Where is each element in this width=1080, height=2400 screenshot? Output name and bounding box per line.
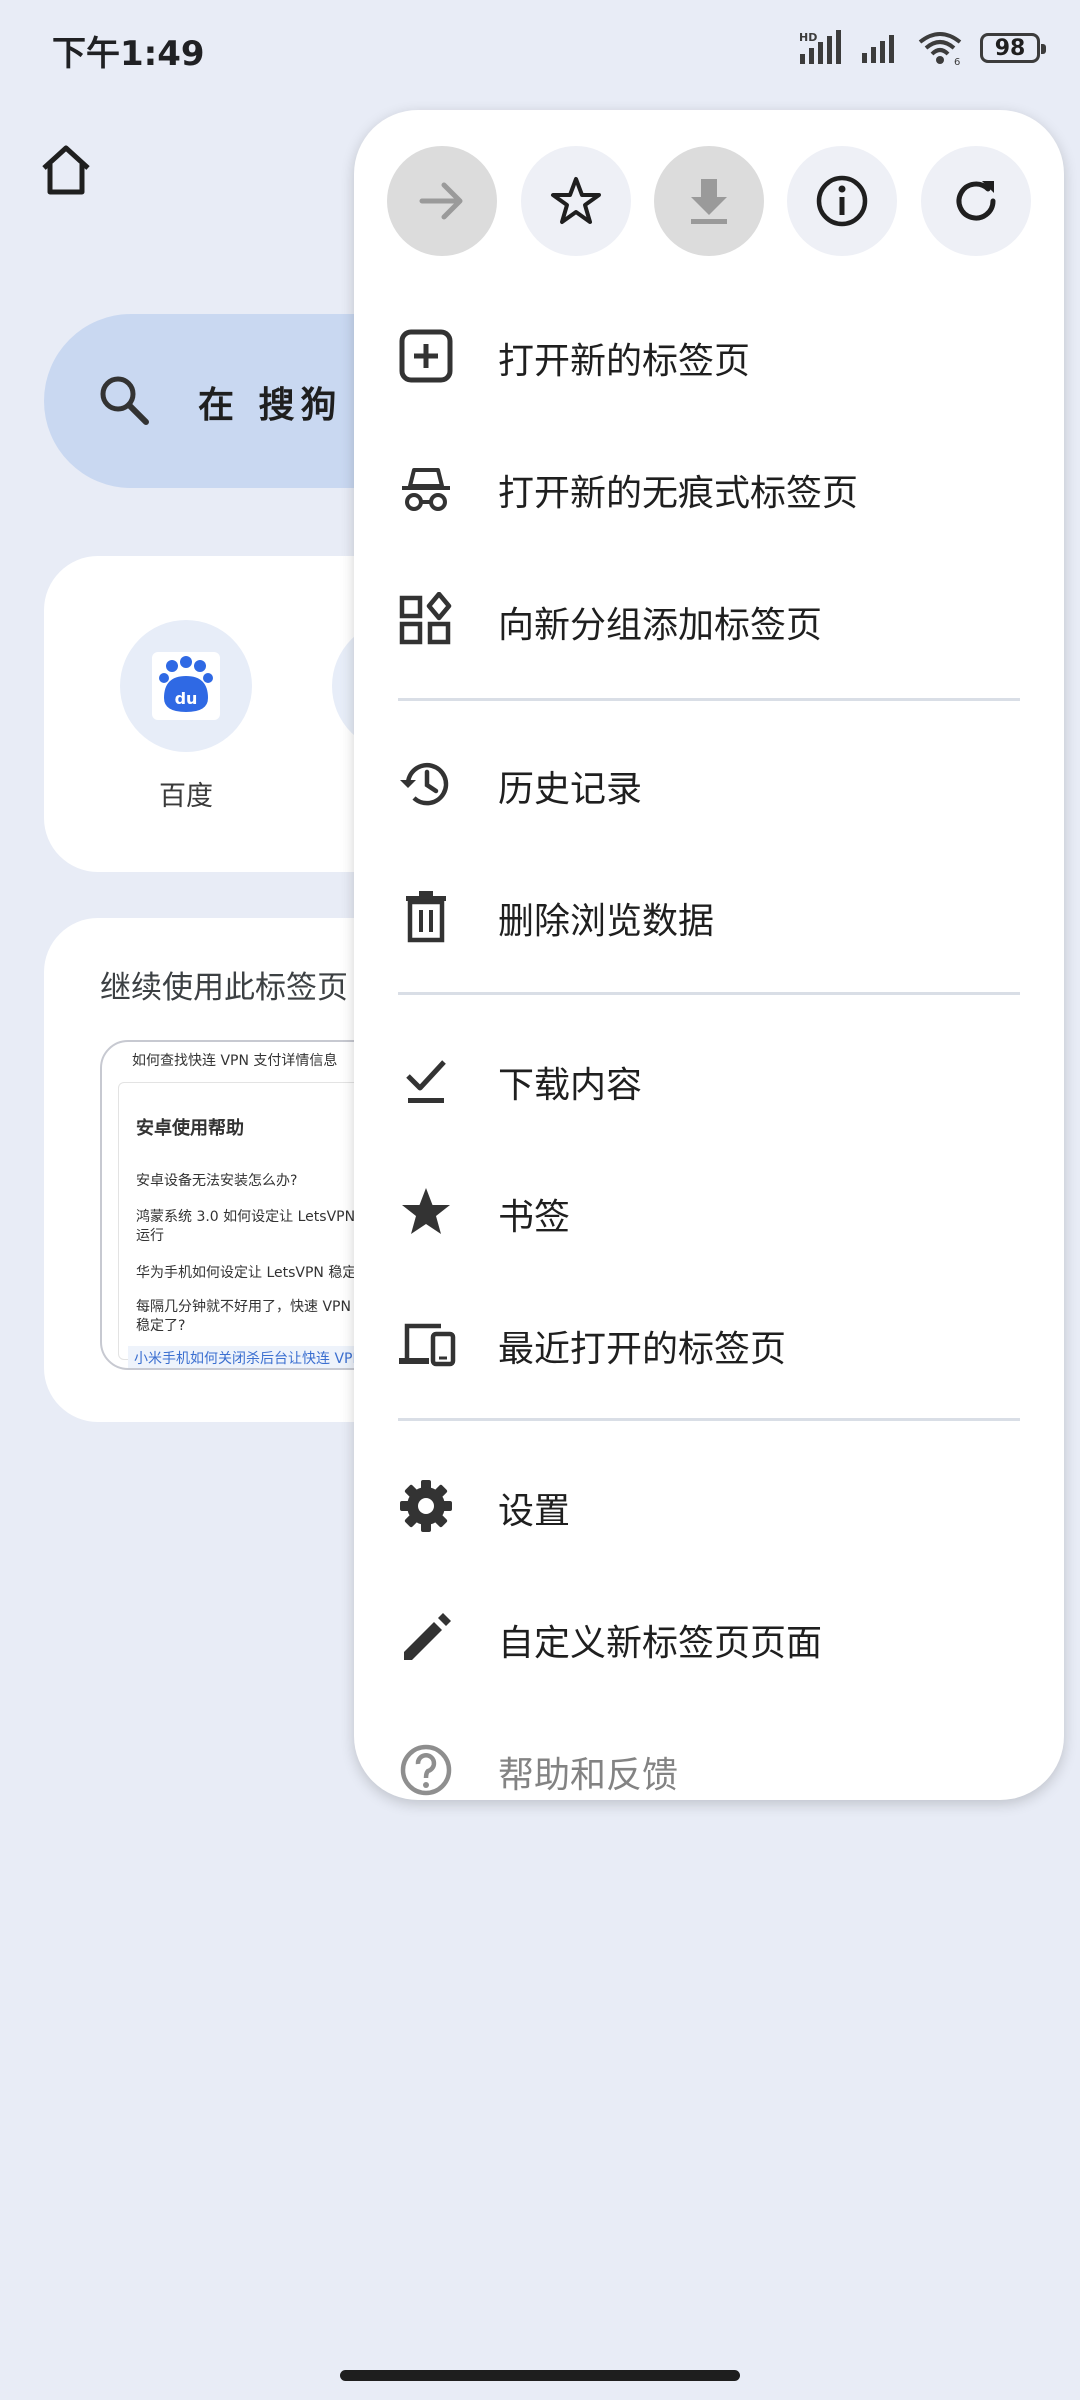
new-tab-icon [399, 329, 453, 383]
menu-item-label: 最近打开的标签页 [498, 1329, 787, 1370]
menu-item-clear-browsing-data[interactable]: 删除浏览数据 [354, 848, 1064, 980]
menu-item-add-tab-to-group[interactable]: 向新分组添加标签页 [354, 552, 1064, 684]
thumbnail-line: 每隔几分钟就不好用了，快速 VPN [136, 1299, 351, 1315]
forward-button[interactable] [387, 146, 497, 256]
trash-icon [406, 891, 446, 943]
cell-signal-icon [862, 35, 894, 63]
shortcut-label: 百度 [159, 781, 213, 812]
menu-item-bookmarks[interactable]: 书签 [354, 1144, 1064, 1276]
bookmark-button[interactable] [521, 146, 631, 256]
bookmark-star-icon [551, 177, 601, 224]
menu-item-label: 历史记录 [498, 769, 643, 810]
menu-item-label: 自定义新标签页页面 [498, 1623, 823, 1664]
thumbnail-line: 华为手机如何设定让 LetsVPN 稳定运行 [136, 1265, 385, 1281]
home-icon[interactable] [38, 142, 94, 198]
status-time: 下午1:49 [52, 34, 205, 74]
menu-item-label: 删除浏览数据 [498, 901, 715, 942]
menu-item-history[interactable]: 历史记录 [354, 716, 1064, 848]
battery-indicator: 98 [980, 33, 1046, 63]
reload-icon [956, 181, 996, 221]
status-icons: HD 6 98 [798, 30, 1046, 66]
bookmarks-star-icon [402, 1188, 450, 1234]
menu-item-settings[interactable]: 设置 [354, 1438, 1064, 1570]
continue-title: 继续使用此标签页 [100, 970, 348, 1006]
thumbnail-line: 鸿蒙系统 3.0 如何设定让 LetsVPN 稳定 [136, 1209, 388, 1225]
menu-item-recent-tabs[interactable]: 最近打开的标签页 [354, 1276, 1064, 1408]
menu-divider [398, 992, 1020, 995]
thumbnail-line: 运行 [136, 1228, 164, 1244]
menu-item-label: 下载内容 [498, 1065, 643, 1106]
help-icon [400, 1744, 452, 1796]
page-info-button[interactable] [787, 146, 897, 256]
menu-item-label: 帮助和反馈 [498, 1755, 679, 1796]
thumbnail-top-line: 如何查找快连 VPN 支付详情信息 [132, 1053, 338, 1069]
reload-button[interactable] [921, 146, 1031, 256]
menu-item-label: 书签 [498, 1197, 571, 1238]
downloads-icon [406, 1060, 446, 1103]
pencil-icon [404, 1613, 451, 1660]
menu-item-label: 打开新的无痕式标签页 [498, 473, 859, 514]
tab-group-icon [399, 592, 452, 645]
menu-item-new-tab[interactable]: 打开新的标签页 [354, 288, 1064, 420]
status-bar: 下午1:49 HD 6 98 [0, 0, 1080, 96]
shortcut-icon-circle: du [120, 620, 252, 752]
forward-icon [419, 182, 463, 220]
menu-item-customize-new-tab-page[interactable]: 自定义新标签页页面 [354, 1570, 1064, 1702]
thumbnail-heading: 安卓使用帮助 [136, 1118, 244, 1139]
overflow-menu: 打开新的标签页 打开新的无痕式标签页 向新分组添加标签页 历史记录 删除浏览数据… [354, 110, 1064, 1800]
shortcut-baidu[interactable]: du 百度 [106, 620, 266, 813]
menu-item-new-incognito-tab[interactable]: 打开新的无痕式标签页 [354, 420, 1064, 552]
download-page-button[interactable] [654, 146, 764, 256]
thumbnail-link: 小米手机如何关闭杀后台让快连 VPN 稳 [128, 1346, 388, 1368]
recent-tabs-icon [399, 1323, 456, 1367]
menu-divider [398, 698, 1020, 701]
info-icon [816, 175, 868, 227]
incognito-icon [402, 468, 450, 511]
menu-item-label: 设置 [498, 1491, 571, 1532]
menu-item-label: 向新分组添加标签页 [498, 605, 823, 646]
search-icon [100, 376, 149, 425]
menu-divider [398, 1418, 1020, 1421]
thumbnail-line: 稳定了? [136, 1318, 186, 1334]
wifi-icon: 6 [918, 32, 962, 66]
cell-signal-hd-icon: HD [799, 30, 841, 64]
svg-text:6: 6 [954, 57, 960, 66]
thumbnail-line: 安卓设备无法安装怎么办? [136, 1173, 298, 1189]
download-icon [691, 179, 727, 224]
menu-item-label: 打开新的标签页 [498, 341, 751, 382]
svg-text:du: du [175, 689, 198, 708]
menu-item-downloads[interactable]: 下载内容 [354, 1012, 1064, 1144]
menu-item-help-feedback[interactable]: 帮助和反馈 [354, 1702, 1064, 1800]
settings-gear-icon [400, 1480, 452, 1532]
gesture-nav-handle[interactable] [340, 2370, 740, 2381]
history-icon [400, 762, 449, 806]
svg-text:HD: HD [799, 31, 817, 44]
baidu-logo-icon: du [152, 652, 220, 720]
